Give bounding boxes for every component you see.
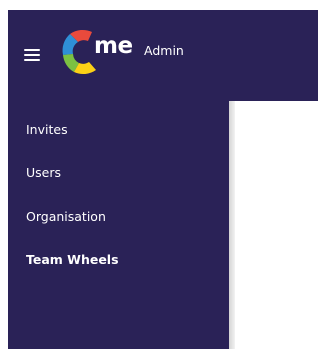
sidebar-item-users[interactable]: Users: [26, 165, 61, 180]
sidebar-item-team-wheels[interactable]: Team Wheels: [26, 252, 119, 267]
sidebar-item-organisation[interactable]: Organisation: [26, 209, 106, 224]
sidebar-item-invites[interactable]: Invites: [26, 122, 68, 137]
brand-suffix: Admin: [144, 43, 184, 58]
app-root: me Admin Invites Users Organisation Team…: [0, 0, 318, 349]
sidebar: Invites Users Organisation Team Wheels: [8, 101, 229, 349]
brand-name: me: [94, 33, 133, 59]
hamburger-menu-icon[interactable]: [24, 49, 40, 61]
content-edge-shadow: [229, 101, 235, 349]
top-header: me Admin: [8, 10, 318, 101]
